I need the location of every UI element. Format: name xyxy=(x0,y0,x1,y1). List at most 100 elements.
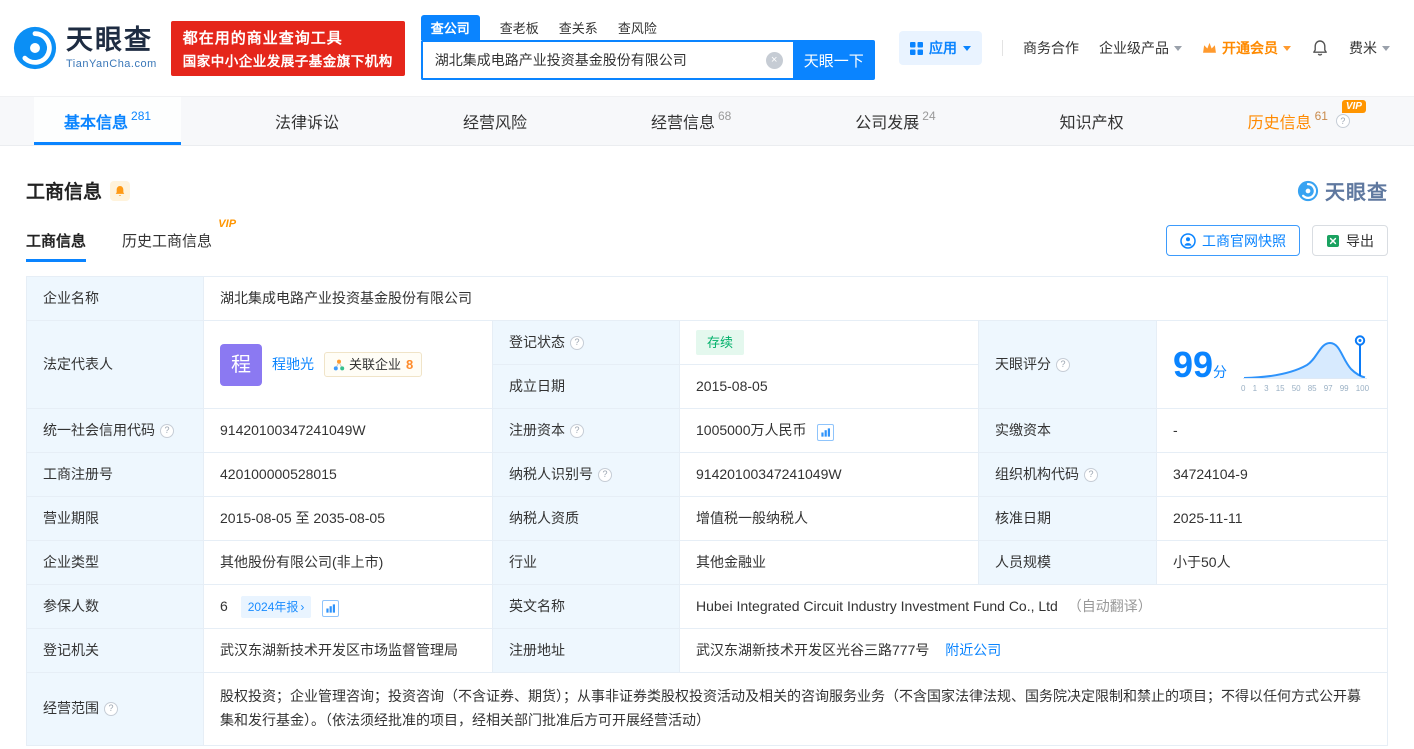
help-icon[interactable]: ? xyxy=(1084,468,1098,482)
section-title: 工商信息 xyxy=(26,177,102,204)
tab-count: 24 xyxy=(922,109,935,123)
search-box: × xyxy=(421,40,793,80)
search-input[interactable] xyxy=(423,52,793,68)
taxpayer-quality-value: 增值税一般纳税人 xyxy=(680,497,979,541)
org-code-value: 34724104-9 xyxy=(1157,453,1388,497)
subtab-label: 历史工商信息 xyxy=(122,233,212,250)
tab-intellectual-property[interactable]: 知识产权 xyxy=(1030,97,1154,145)
help-icon[interactable]: ? xyxy=(1056,358,1070,372)
business-scope-value: 股权投资；企业管理咨询；投资咨询（不含证券、期货）；从事非证券类股权投资活动及相… xyxy=(204,673,1388,746)
insured-count-value: 6 xyxy=(220,598,228,614)
help-icon[interactable]: ? xyxy=(570,336,584,350)
nav-open-membership[interactable]: 开通会员 xyxy=(1202,38,1291,58)
score-axis: 0131550859799100 xyxy=(1241,383,1369,395)
industry-label: 行业 xyxy=(493,541,680,585)
reg-authority-value: 武汉东湖新技术开发区市场监督管理局 xyxy=(204,629,493,673)
insured-chart-icon[interactable] xyxy=(322,600,339,617)
status-badge: 存续 xyxy=(696,330,744,356)
apps-menu-button[interactable]: 应用 xyxy=(899,31,982,65)
bell-icon xyxy=(114,185,126,197)
table-row: 企业类型 其他股份有限公司(非上市) 行业 其他金融业 人员规模 小于50人 xyxy=(27,541,1388,585)
reg-address-value: 武汉东湖新技术开发区光谷三路777号 xyxy=(696,642,929,658)
taxpayer-id-value: 91420100347241049W xyxy=(680,453,979,497)
staff-size-label: 人员规模 xyxy=(979,541,1157,585)
tab-operating-risk[interactable]: 经营风险 xyxy=(433,97,557,145)
english-name-cell: Hubei Integrated Circuit Industry Invest… xyxy=(680,585,1388,629)
person-circle-icon xyxy=(1180,233,1196,249)
main-tab-bar: 基本信息 281 法律诉讼 经营风险 经营信息 68 公司发展 24 知识产权 … xyxy=(0,96,1414,146)
notification-bell-icon[interactable] xyxy=(1311,39,1329,57)
credit-code-value: 91420100347241049W xyxy=(204,409,493,453)
company-name-label: 企业名称 xyxy=(27,277,204,321)
related-companies-badge[interactable]: 关联企业 8 xyxy=(324,352,422,378)
brand-name: 天眼查 xyxy=(66,26,157,56)
nav-business-cooperation[interactable]: 商务合作 xyxy=(1023,38,1079,58)
tab-basic-info[interactable]: 基本信息 281 xyxy=(34,97,181,145)
watermark-text: 天眼查 xyxy=(1325,176,1388,205)
reg-number-label: 工商注册号 xyxy=(27,453,204,497)
related-label: 关联企业 xyxy=(349,355,401,375)
paid-capital-value: - xyxy=(1157,409,1388,453)
help-icon[interactable]: ? xyxy=(160,424,174,438)
credit-code-label: 统一社会信用代码 ? xyxy=(27,409,204,453)
legal-rep-name-link[interactable]: 程驰光 xyxy=(272,354,314,375)
reg-capital-cell: 1005000万人民币 xyxy=(680,409,979,453)
tab-history-info[interactable]: VIP 历史信息 61 ? xyxy=(1218,97,1380,145)
search-tab-boss[interactable]: 查老板 xyxy=(500,18,539,40)
tab-company-development[interactable]: 公司发展 24 xyxy=(825,97,965,145)
establish-date-label: 成立日期 xyxy=(493,365,680,409)
bar-chart-icon xyxy=(820,427,831,438)
tab-label: 历史信息 xyxy=(1248,109,1312,133)
subtab-business-info[interactable]: 工商信息 xyxy=(26,230,86,262)
subscribe-bell-icon[interactable] xyxy=(110,181,130,201)
nav-enterprise-products[interactable]: 企业级产品 xyxy=(1099,38,1182,58)
reg-address-cell: 武汉东湖新技术开发区光谷三路777号 附近公司 xyxy=(680,629,1388,673)
tab-operating-info[interactable]: 经营信息 68 xyxy=(621,97,761,145)
reg-status-cell: 存续 xyxy=(680,321,979,365)
help-icon[interactable]: ? xyxy=(570,424,584,438)
capital-chart-icon[interactable] xyxy=(817,424,834,441)
user-name: 费米 xyxy=(1349,38,1377,58)
help-icon[interactable]: ? xyxy=(1336,114,1350,128)
legal-rep-avatar[interactable]: 程 xyxy=(220,344,262,386)
related-count: 8 xyxy=(406,355,413,375)
approval-date-label: 核准日期 xyxy=(979,497,1157,541)
annual-report-badge[interactable]: 2024年报 › xyxy=(241,596,312,618)
tab-label: 基本信息 xyxy=(64,109,128,133)
table-row: 企业名称 湖北集成电路产业投资基金股份有限公司 xyxy=(27,277,1388,321)
grid-icon xyxy=(910,42,923,55)
approval-date-value: 2025-11-11 xyxy=(1157,497,1388,541)
nearby-companies-link[interactable]: 附近公司 xyxy=(945,642,1001,658)
chevron-down-icon xyxy=(963,46,971,51)
english-name-value: Hubei Integrated Circuit Industry Invest… xyxy=(696,598,1058,614)
business-info-table: 企业名称 湖北集成电路产业投资基金股份有限公司 法定代表人 程 程驰光 xyxy=(26,276,1388,746)
subtab-label: 工商信息 xyxy=(26,233,86,250)
subtab-history-business-info[interactable]: VIP 历史工商信息 xyxy=(122,230,212,262)
chevron-down-icon xyxy=(1283,46,1291,51)
tianyancha-logo[interactable]: 天眼查 TianYanCha.com xyxy=(12,25,157,71)
search-tab-relation[interactable]: 查关系 xyxy=(559,18,598,40)
chevron-down-icon xyxy=(1382,46,1390,51)
table-row: 营业期限 2015-08-05 至 2035-08-05 纳税人资质 增值税一般… xyxy=(27,497,1388,541)
search-tab-risk[interactable]: 查风险 xyxy=(618,18,657,40)
main-content: 工商信息 天眼查 工商信息 VIP 历史工商信息 xyxy=(0,176,1414,746)
taxpayer-id-label: 纳税人识别号 ? xyxy=(493,453,680,497)
tab-legal-proceedings[interactable]: 法律诉讼 xyxy=(245,97,369,145)
vip-badge: VIP xyxy=(218,218,236,230)
help-icon[interactable]: ? xyxy=(104,702,118,716)
auto-translate-note: （自动翻译） xyxy=(1068,598,1152,614)
clear-search-icon[interactable]: × xyxy=(766,52,783,69)
official-snapshot-button[interactable]: 工商官网快照 xyxy=(1166,225,1300,256)
bar-chart-icon xyxy=(325,603,336,614)
help-icon[interactable]: ? xyxy=(598,468,612,482)
tianyancha-logo-icon xyxy=(12,25,58,71)
promo-line-2: 国家中小企业发展子基金旗下机构 xyxy=(183,50,393,70)
search-button[interactable]: 天眼一下 xyxy=(793,40,875,80)
table-row: 统一社会信用代码 ? 91420100347241049W 注册资本 ? 100… xyxy=(27,409,1388,453)
org-code-label: 组织机构代码 ? xyxy=(979,453,1157,497)
company-type-value: 其他股份有限公司(非上市) xyxy=(204,541,493,585)
nav-user-menu[interactable]: 费米 xyxy=(1349,38,1390,58)
export-button[interactable]: 导出 xyxy=(1312,225,1388,256)
reg-authority-label: 登记机关 xyxy=(27,629,204,673)
search-tab-company[interactable]: 查公司 xyxy=(421,15,480,40)
